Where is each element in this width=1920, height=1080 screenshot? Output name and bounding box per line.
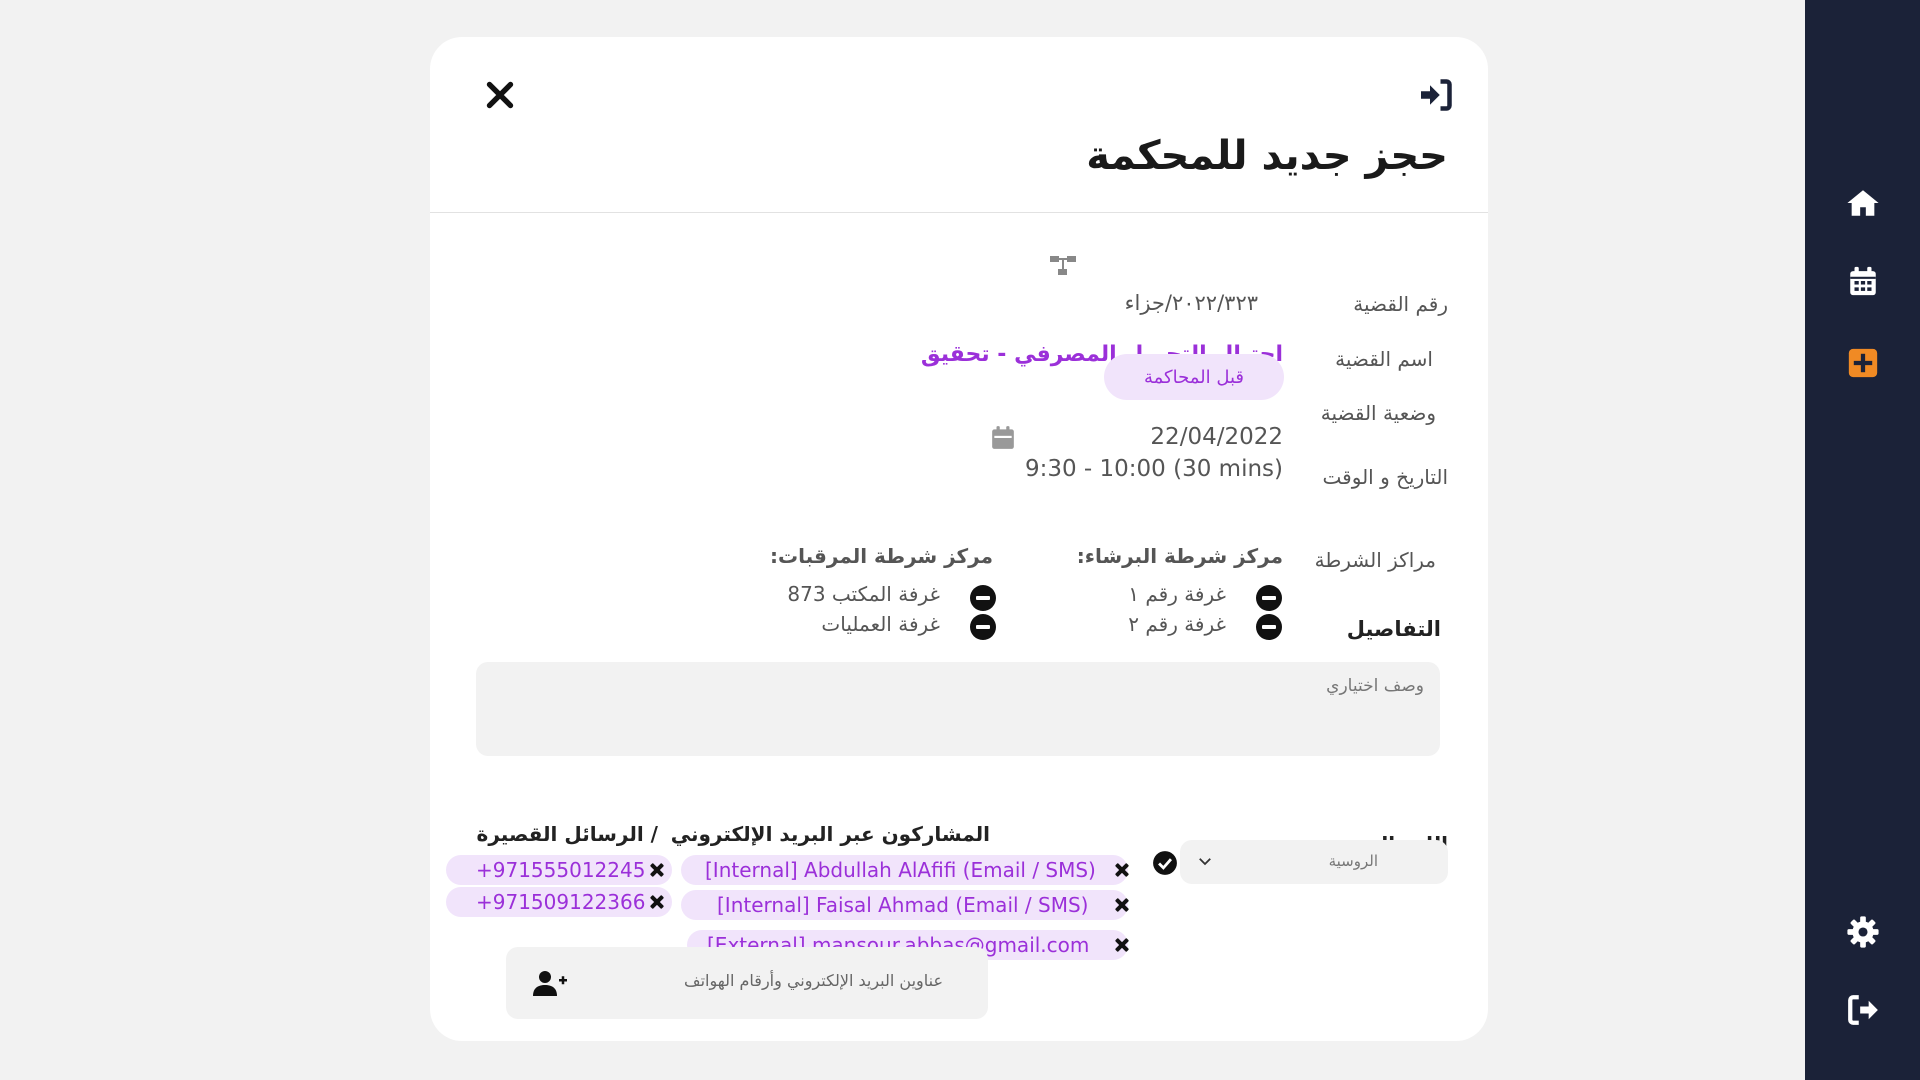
add-participant-placeholder: عناوين البريد الإلكتروني وأرقام الهواتف (684, 971, 943, 990)
sms-participants-label: / الرسائل القصيرة (476, 822, 658, 846)
language-select[interactable]: الروسية (1180, 840, 1448, 884)
datetime-value: 22/04/2022 9:30 - 10:00 (30 mins) (1025, 421, 1283, 485)
login-icon[interactable] (1418, 77, 1454, 113)
sidebar (1805, 0, 1920, 1080)
remove-room-button[interactable] (1256, 585, 1282, 611)
phone-chip: +971555012245 (446, 855, 672, 885)
chevron-down-icon (1199, 858, 1211, 866)
remove-participant-icon[interactable] (1113, 861, 1131, 879)
station-name: مركز شرطة المرقبات: (770, 544, 993, 568)
station-name: مركز شرطة البرشاء: (1076, 544, 1283, 568)
participant-phone: +971555012245 (476, 858, 646, 882)
room-item: غرفة العمليات (821, 612, 940, 636)
add-participant-input[interactable]: عناوين البريد الإلكتروني وأرقام الهواتف (506, 947, 988, 1019)
participant-email: [Internal] Abdullah AlAfifi (Email / SMS… (705, 858, 1096, 882)
close-icon[interactable] (482, 77, 518, 113)
case-number-value: ٢٠٢٢/٣٢٣/جزاء (1124, 291, 1258, 315)
home-icon[interactable] (1845, 185, 1881, 221)
check-icon[interactable] (1152, 850, 1178, 876)
details-label: التفاصيل (1346, 617, 1441, 641)
add-booking-icon[interactable] (1845, 345, 1881, 381)
case-number-label: رقم القضية (1353, 292, 1448, 316)
room-item: غرفة المكتب 873 (787, 582, 940, 606)
add-user-icon[interactable] (532, 968, 568, 998)
settings-icon[interactable] (1845, 914, 1881, 950)
time-value: 9:30 - 10:00 (30 mins) (1024, 456, 1283, 482)
remove-phone-icon[interactable] (648, 893, 666, 911)
page-title: حجز جديد للمحكمة (1086, 133, 1448, 179)
date-value: 22/04/2022 (1150, 424, 1283, 450)
remove-phone-icon[interactable] (648, 861, 666, 879)
police-stations-label: مراكز الشرطة (1314, 548, 1436, 572)
remove-room-button[interactable] (970, 614, 996, 640)
details-textarea[interactable] (476, 662, 1440, 756)
participant-phone: +971509122366 (476, 890, 646, 914)
calendar-picker-icon[interactable] (990, 425, 1016, 451)
participant-chip: [Internal] Faisal Ahmad (Email / SMS) (681, 890, 1128, 920)
phone-chip: +971509122366 (446, 887, 672, 917)
case-status-label: وضعية القضية (1320, 401, 1436, 425)
datetime-label: التاريخ و الوقت (1322, 465, 1448, 489)
booking-modal: حجز جديد للمحكمة رقم القضية ٢٠٢٢/٣٢٣/جزا… (430, 37, 1488, 1041)
participant-email: [Internal] Faisal Ahmad (Email / SMS) (717, 893, 1089, 917)
remove-participant-icon[interactable] (1113, 896, 1131, 914)
remove-room-button[interactable] (1256, 614, 1282, 640)
email-participants-label: المشاركون عبر البريد الإلكتروني (670, 822, 990, 846)
room-item: غرفة رقم ١ (1128, 582, 1226, 606)
modal-header: حجز جديد للمحكمة (430, 37, 1488, 213)
network-icon[interactable] (1049, 255, 1077, 277)
remove-participant-icon[interactable] (1113, 936, 1131, 954)
participant-chip: [Internal] Abdullah AlAfifi (Email / SMS… (681, 855, 1128, 885)
room-item: غرفة رقم ٢ (1128, 612, 1226, 636)
language-selected: الروسية (1328, 852, 1378, 870)
logout-icon[interactable] (1845, 992, 1881, 1028)
remove-room-button[interactable] (970, 585, 996, 611)
case-status-badge[interactable]: قبل المحاكمة (1104, 354, 1284, 400)
calendar-icon[interactable] (1845, 263, 1881, 299)
case-name-label: اسم القضية (1335, 347, 1433, 371)
